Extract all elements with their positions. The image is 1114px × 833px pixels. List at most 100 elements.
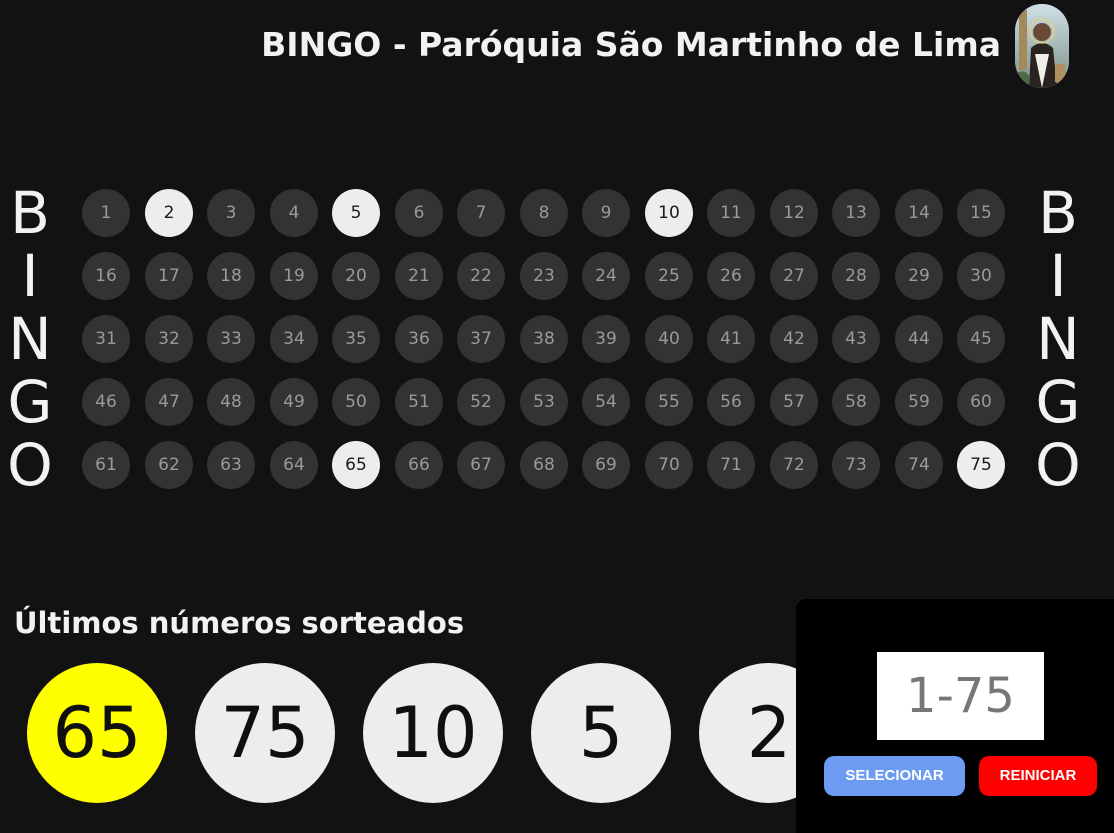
bingo-letters-left: BINGO [0, 182, 60, 502]
board-ball-27: 27 [770, 252, 818, 300]
latest-number-ball: 65 [27, 663, 167, 803]
board-ball-69: 69 [582, 441, 630, 489]
board-ball-20: 20 [332, 252, 380, 300]
board-ball-17: 17 [145, 252, 193, 300]
board-ball-67: 67 [457, 441, 505, 489]
board-ball-3: 3 [207, 189, 255, 237]
board-ball-21: 21 [395, 252, 443, 300]
board-ball-11: 11 [707, 189, 755, 237]
select-button[interactable]: SELECIONAR [824, 756, 965, 796]
board-ball-48: 48 [207, 378, 255, 426]
board-ball-50: 50 [332, 378, 380, 426]
board-ball-71: 71 [707, 441, 755, 489]
page-title: BINGO - Paróquia São Martinho de Lima [261, 25, 1001, 64]
reset-button[interactable]: REINICIAR [979, 756, 1097, 796]
recent-number-ball: 10 [363, 663, 503, 803]
board-ball-73: 73 [832, 441, 880, 489]
bingo-letter-b: B [10, 179, 50, 247]
board-ball-34: 34 [270, 315, 318, 363]
bingo-letter-o: O [1035, 431, 1081, 499]
board-ball-66: 66 [395, 441, 443, 489]
board-ball-56: 56 [707, 378, 755, 426]
board-ball-28: 28 [832, 252, 880, 300]
board-ball-53: 53 [520, 378, 568, 426]
number-board: 1 2 3 4 5 6 7 8 9 10 11 12 13 14 15 16 17 18 19 20 21 22 23 24 2… [82, 189, 1012, 499]
board-ball-54: 54 [582, 378, 630, 426]
bingo-letters-right: BINGO [1028, 182, 1088, 502]
board-ball-38: 38 [520, 315, 568, 363]
bingo-letter-n: N [8, 305, 52, 373]
board-ball-29: 29 [895, 252, 943, 300]
board-ball-75: 75 [957, 441, 1005, 489]
board-ball-68: 68 [520, 441, 568, 489]
board-ball-40: 40 [645, 315, 693, 363]
board-ball-70: 70 [645, 441, 693, 489]
board-ball-52: 52 [457, 378, 505, 426]
board-ball-18: 18 [207, 252, 255, 300]
bingo-app: BINGO - Paróquia São Martinho de Lima B … [0, 0, 1114, 833]
recent-numbers-title: Últimos números sorteados [14, 606, 465, 640]
board-ball-74: 74 [895, 441, 943, 489]
board-ball-62: 62 [145, 441, 193, 489]
board-ball-8: 8 [520, 189, 568, 237]
board-ball-9: 9 [582, 189, 630, 237]
board-ball-24: 24 [582, 252, 630, 300]
board-ball-51: 51 [395, 378, 443, 426]
recent-numbers-list: 65 75 10 5 2 [27, 663, 797, 803]
board-ball-22: 22 [457, 252, 505, 300]
board-ball-61: 61 [82, 441, 130, 489]
board-ball-37: 37 [457, 315, 505, 363]
bingo-letter-b: B [1038, 179, 1078, 247]
board-ball-49: 49 [270, 378, 318, 426]
board-ball-45: 45 [957, 315, 1005, 363]
board-ball-41: 41 [707, 315, 755, 363]
bingo-letter-g: G [1035, 368, 1081, 436]
number-input[interactable] [877, 652, 1044, 740]
board-ball-43: 43 [832, 315, 880, 363]
board-ball-47: 47 [145, 378, 193, 426]
bingo-letter-n: N [1036, 305, 1080, 373]
board-ball-26: 26 [707, 252, 755, 300]
board-ball-6: 6 [395, 189, 443, 237]
board-ball-57: 57 [770, 378, 818, 426]
board-ball-15: 15 [957, 189, 1005, 237]
board-ball-32: 32 [145, 315, 193, 363]
board-ball-12: 12 [770, 189, 818, 237]
board-ball-64: 64 [270, 441, 318, 489]
board-ball-65: 65 [332, 441, 380, 489]
recent-number-ball: 2 [699, 663, 797, 803]
board-ball-19: 19 [270, 252, 318, 300]
saint-portrait-icon [1015, 4, 1069, 88]
board-ball-2: 2 [145, 189, 193, 237]
board-ball-14: 14 [895, 189, 943, 237]
board-ball-44: 44 [895, 315, 943, 363]
board-ball-59: 59 [895, 378, 943, 426]
board-ball-46: 46 [82, 378, 130, 426]
board-ball-16: 16 [82, 252, 130, 300]
board-ball-63: 63 [207, 441, 255, 489]
header: BINGO - Paróquia São Martinho de Lima [0, 0, 1114, 95]
board-ball-60: 60 [957, 378, 1005, 426]
board-ball-31: 31 [82, 315, 130, 363]
draw-control-panel: SELECIONAR REINICIAR [796, 599, 1114, 833]
board-ball-13: 13 [832, 189, 880, 237]
board-ball-30: 30 [957, 252, 1005, 300]
board-ball-55: 55 [645, 378, 693, 426]
recent-number-ball: 75 [195, 663, 335, 803]
board-ball-25: 25 [645, 252, 693, 300]
board-ball-7: 7 [457, 189, 505, 237]
board-ball-10: 10 [645, 189, 693, 237]
board-ball-1: 1 [82, 189, 130, 237]
board-ball-5: 5 [332, 189, 380, 237]
bingo-letter-i: I [1049, 242, 1067, 310]
recent-number-ball: 5 [531, 663, 671, 803]
bingo-letter-o: O [7, 431, 53, 499]
bingo-letter-g: G [7, 368, 53, 436]
board-ball-39: 39 [582, 315, 630, 363]
board-ball-36: 36 [395, 315, 443, 363]
board-ball-4: 4 [270, 189, 318, 237]
board-ball-72: 72 [770, 441, 818, 489]
board-ball-58: 58 [832, 378, 880, 426]
board-ball-23: 23 [520, 252, 568, 300]
board-ball-33: 33 [207, 315, 255, 363]
